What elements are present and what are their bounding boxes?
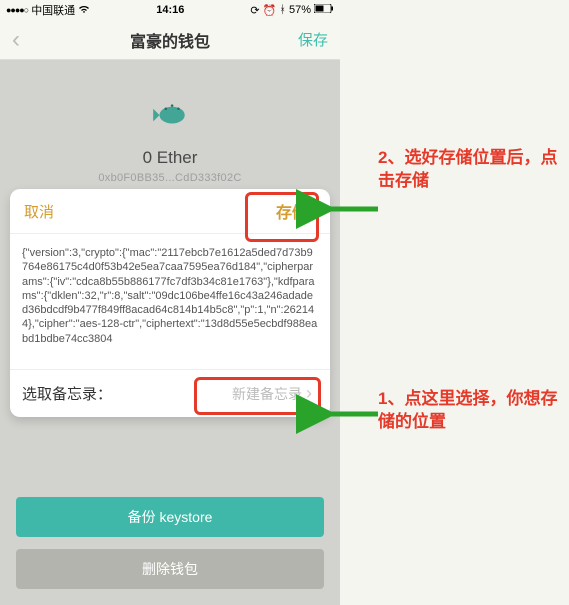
bluetooth-icon: ᚼ: [279, 4, 286, 16]
wallet-content: 0 Ether 0xb0F0BB35...CdD333f02C: [0, 60, 340, 184]
status-time: 14:16: [156, 4, 184, 16]
new-memo-label: 新建备忘录: [232, 384, 302, 404]
chevron-right-icon: ›: [306, 383, 312, 404]
new-memo-button[interactable]: 新建备忘录 ›: [226, 380, 318, 407]
back-chevron-icon[interactable]: ‹: [12, 26, 20, 54]
balance-value: 0 Ether: [0, 148, 340, 168]
keystore-json-text[interactable]: {"version":3,"crypto":{"mac":"2117ebcb7e…: [10, 234, 330, 369]
save-sheet: 取消 存储 {"version":3,"crypto":{"mac":"2117…: [10, 189, 330, 417]
annotation-step1: 1、点这里选择，你想存储的位置: [378, 388, 568, 434]
page-title: 富豪的钱包: [0, 28, 340, 52]
annotation-step2: 2、选好存储位置后，点击存储: [378, 147, 568, 193]
fish-icon: [149, 92, 191, 134]
memo-select-label: 选取备忘录：: [22, 383, 112, 404]
wifi-icon: [78, 4, 90, 17]
wallet-address: 0xb0F0BB35...CdD333f02C: [0, 172, 340, 184]
battery-icon: [314, 4, 334, 16]
battery-pct: 57%: [289, 4, 311, 16]
carrier-label: 中国联通: [31, 2, 75, 18]
nav-save-button[interactable]: 保存: [298, 29, 328, 50]
alarm-icon: ⏰: [263, 4, 277, 17]
nav-bar: ‹ 富豪的钱包 保存: [0, 20, 340, 60]
delete-wallet-button[interactable]: 删除钱包: [16, 549, 324, 589]
rotation-lock-icon: ⟳: [250, 4, 259, 17]
save-button[interactable]: 存储: [276, 205, 308, 222]
status-bar: ●●●●○ 中国联通 14:16 ⟳ ⏰ ᚼ 57%: [0, 0, 340, 20]
cancel-button[interactable]: 取消: [24, 201, 54, 222]
backup-keystore-button[interactable]: 备份 keystore: [16, 497, 324, 537]
signal-dots-icon: ●●●●○: [6, 5, 28, 15]
